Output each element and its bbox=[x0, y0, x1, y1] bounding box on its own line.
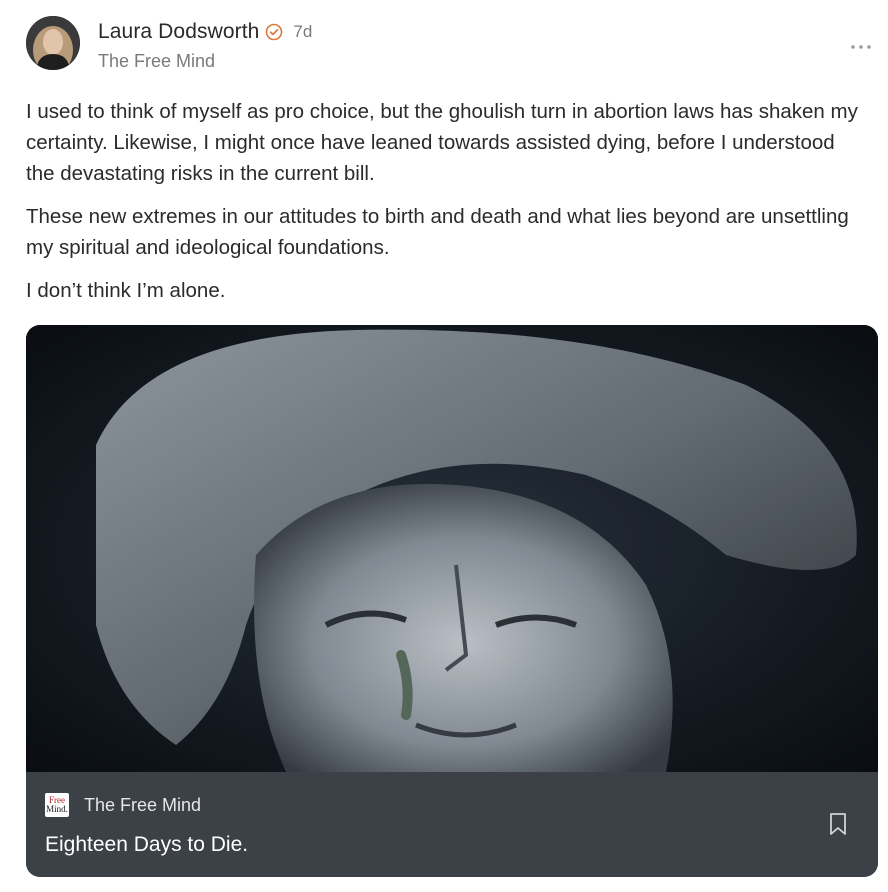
logo-text: Mind. bbox=[46, 804, 68, 814]
card-title: Eighteen Days to Die. bbox=[45, 833, 249, 856]
more-horizontal-icon[interactable] bbox=[850, 42, 872, 52]
post-body: I used to think of myself as pro choice,… bbox=[26, 96, 862, 318]
statue-image bbox=[26, 325, 878, 772]
link-preview-card[interactable]: Free Mind. The Free Mind Eighteen Days t… bbox=[26, 325, 878, 877]
bookmark-icon[interactable] bbox=[828, 812, 848, 836]
verified-check-icon bbox=[266, 23, 283, 41]
publication-logo: Free Mind. bbox=[45, 793, 69, 817]
post-paragraph: I don’t think I’m alone. bbox=[26, 279, 226, 302]
post-paragraph: These new extremes in our attitudes to b… bbox=[26, 205, 849, 259]
card-publication-name: The Free Mind bbox=[84, 795, 202, 815]
post-timestamp[interactable]: 7d bbox=[293, 22, 312, 42]
post-header: Laura Dodsworth 7d The Free Mind bbox=[26, 14, 876, 74]
author-name[interactable]: Laura Dodsworth bbox=[98, 20, 259, 44]
post-paragraph: I used to think of myself as pro choice,… bbox=[26, 100, 858, 185]
card-footer: Free Mind. The Free Mind Eighteen Days t… bbox=[26, 772, 878, 877]
publication-name[interactable]: The Free Mind bbox=[98, 51, 215, 72]
avatar[interactable] bbox=[26, 16, 80, 70]
